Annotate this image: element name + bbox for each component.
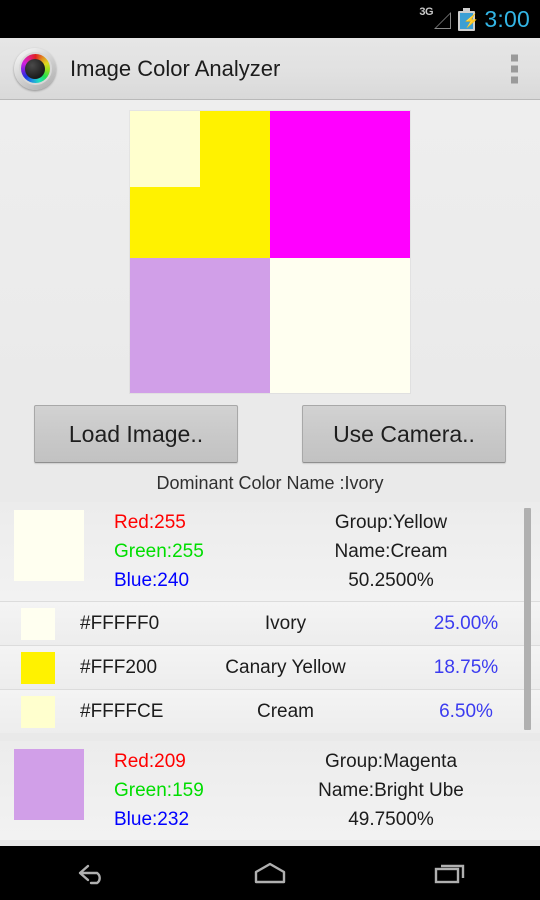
preview-quadrant-bottom-right bbox=[270, 258, 410, 393]
main-content: Load Image.. Use Camera.. Dominant Color… bbox=[0, 100, 540, 846]
navigation-bar bbox=[0, 846, 540, 900]
blue-value: Blue:240 bbox=[114, 570, 190, 591]
group-percent: 49.7500% bbox=[348, 809, 434, 830]
group-swatch bbox=[14, 749, 84, 820]
preview-quadrant-top-right bbox=[270, 111, 410, 258]
preview-quadrant-top-left bbox=[130, 111, 270, 258]
red-value: Red:255 bbox=[114, 512, 186, 533]
color-wheel-icon bbox=[14, 47, 56, 90]
group-meta: Group:Magenta Name:Bright Ube 49.7500% bbox=[274, 747, 526, 834]
group-rgb-values: Red:255 Green:255 Blue:240 bbox=[84, 508, 274, 595]
row-color-name: Cream bbox=[256, 700, 314, 722]
preview-inner-square bbox=[130, 111, 200, 187]
row-hex-code: #FFF200 bbox=[80, 656, 158, 678]
action-bar: Image Color Analyzer bbox=[0, 38, 540, 100]
row-swatch bbox=[21, 607, 55, 640]
group-color-name: Name:Cream bbox=[334, 541, 448, 562]
signal-icon: 3G bbox=[419, 6, 452, 31]
group-rgb-values: Red:209 Green:159 Blue:232 bbox=[84, 747, 274, 834]
row-hex-code: #FFFFF0 bbox=[80, 612, 160, 634]
preview-quadrant-bottom-left bbox=[130, 258, 270, 393]
overflow-menu-icon[interactable] bbox=[511, 54, 518, 83]
color-list-item[interactable]: #FFFFF0 Ivory 25.00% bbox=[0, 601, 540, 645]
row-color-name: Canary Yellow bbox=[225, 656, 346, 678]
action-button-row: Load Image.. Use Camera.. bbox=[34, 405, 506, 463]
red-value: Red:209 bbox=[114, 751, 186, 772]
row-swatch bbox=[21, 651, 55, 684]
battery-charging-icon: ⚡ bbox=[458, 7, 480, 31]
group-meta: Group:Yellow Name:Cream 50.2500% bbox=[274, 508, 526, 595]
row-percent: 18.75% bbox=[433, 656, 499, 678]
color-group-header[interactable]: Red:209 Green:159 Blue:232 Group:Magenta Nam… bbox=[0, 741, 540, 840]
load-image-button[interactable]: Load Image.. bbox=[34, 405, 238, 463]
use-camera-button[interactable]: Use Camera.. bbox=[302, 405, 506, 463]
group-swatch bbox=[14, 510, 84, 581]
row-hex-code: #FFFFCE bbox=[80, 700, 164, 722]
recents-icon[interactable] bbox=[390, 846, 510, 900]
back-icon[interactable] bbox=[30, 846, 150, 900]
row-percent: 25.00% bbox=[433, 612, 499, 634]
row-swatch bbox=[21, 695, 55, 728]
group-label: Group:Magenta bbox=[324, 751, 458, 772]
row-percent: 6.50% bbox=[439, 700, 493, 722]
green-value: Green:159 bbox=[114, 780, 204, 801]
group-percent: 50.2500% bbox=[348, 570, 434, 591]
network-type-label: 3G bbox=[419, 6, 434, 18]
green-value: Green:255 bbox=[114, 541, 204, 562]
analyzed-image-preview[interactable] bbox=[130, 111, 410, 393]
group-separator bbox=[0, 733, 540, 741]
group-color-name: Name:Bright Ube bbox=[318, 780, 464, 801]
list-scrollbar[interactable] bbox=[524, 508, 531, 730]
row-color-name: Ivory bbox=[264, 612, 307, 634]
home-icon[interactable] bbox=[210, 846, 330, 900]
dominant-color-label: Dominant Color Name :Ivory bbox=[156, 473, 384, 493]
blue-value: Blue:232 bbox=[114, 809, 190, 830]
page-title: Image Color Analyzer bbox=[70, 55, 281, 81]
app-root: 3G ⚡ 3:00 Image Color Analyzer Load Imag… bbox=[0, 0, 540, 900]
color-list-item[interactable]: #FFF200 Canary Yellow 18.75% bbox=[0, 645, 540, 689]
status-bar: 3G ⚡ 3:00 bbox=[0, 0, 540, 38]
clock-label: 3:00 bbox=[484, 5, 530, 32]
color-group-list[interactable]: Red:255 Green:255 Blue:240 Group:Yellow Name… bbox=[0, 502, 540, 846]
color-group-header[interactable]: Red:255 Green:255 Blue:240 Group:Yellow Name… bbox=[0, 502, 540, 601]
group-label: Group:Yellow bbox=[334, 512, 448, 533]
color-list-item[interactable]: #FFFFCE Cream 6.50% bbox=[0, 689, 540, 733]
